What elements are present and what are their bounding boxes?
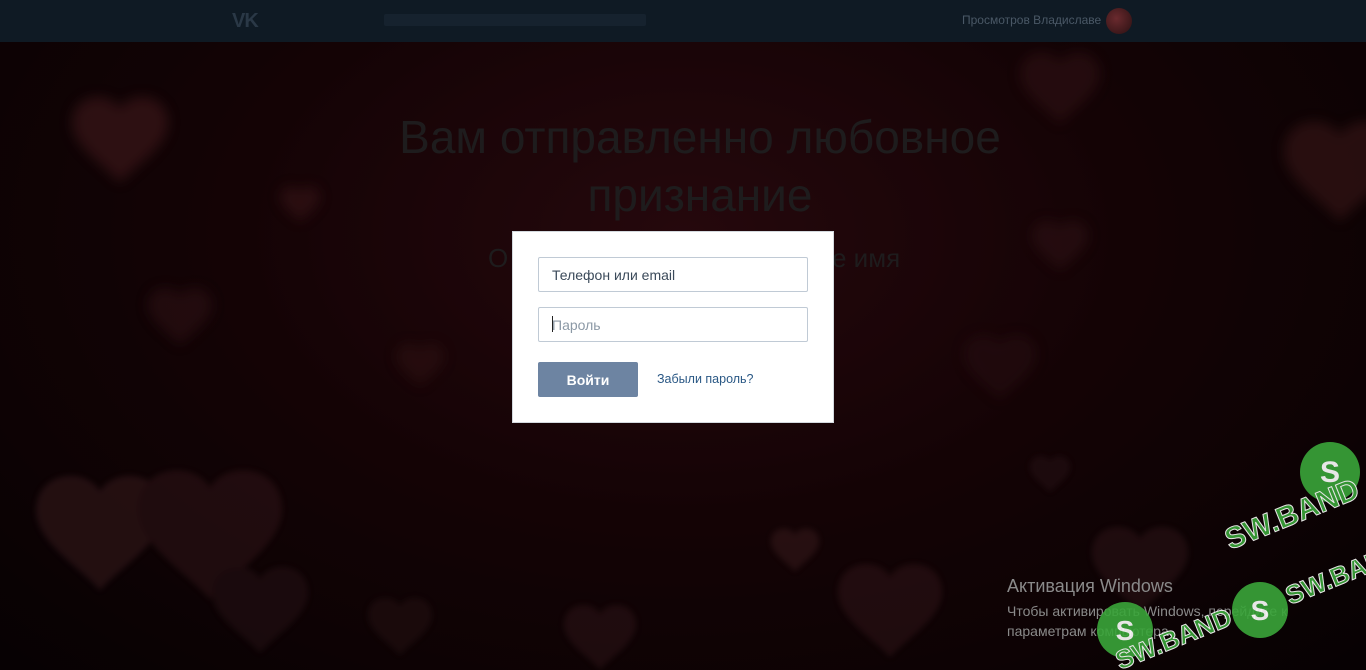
top-bar-search[interactable] [384,14,646,26]
avatar[interactable] [1106,8,1132,34]
login-button[interactable]: Войти [538,362,638,397]
sw-band-watermark: S SW.BAND S S SW.BAND SW.BAND [1097,442,1366,670]
top-bar: VK Просмотров Владиславе [0,0,1366,42]
watermark-text-1: SW.BAND [1220,473,1364,557]
password-field[interactable] [538,307,808,342]
watermark-logo-letter: S [1251,595,1270,626]
forgot-password-link[interactable]: Забыли пароль? [657,372,754,386]
watermark-text-2: SW.BAND [1281,537,1366,611]
page: VK Просмотров Владиславе Вам отправленно… [0,0,1366,670]
vk-logo[interactable]: VK [232,10,259,33]
text-cursor [552,316,553,332]
top-bar-user-name[interactable]: Просмотров Владиславе [962,13,1101,27]
login-dialog: Войти Забыли пароль? [512,231,834,423]
login-field[interactable] [538,257,808,292]
